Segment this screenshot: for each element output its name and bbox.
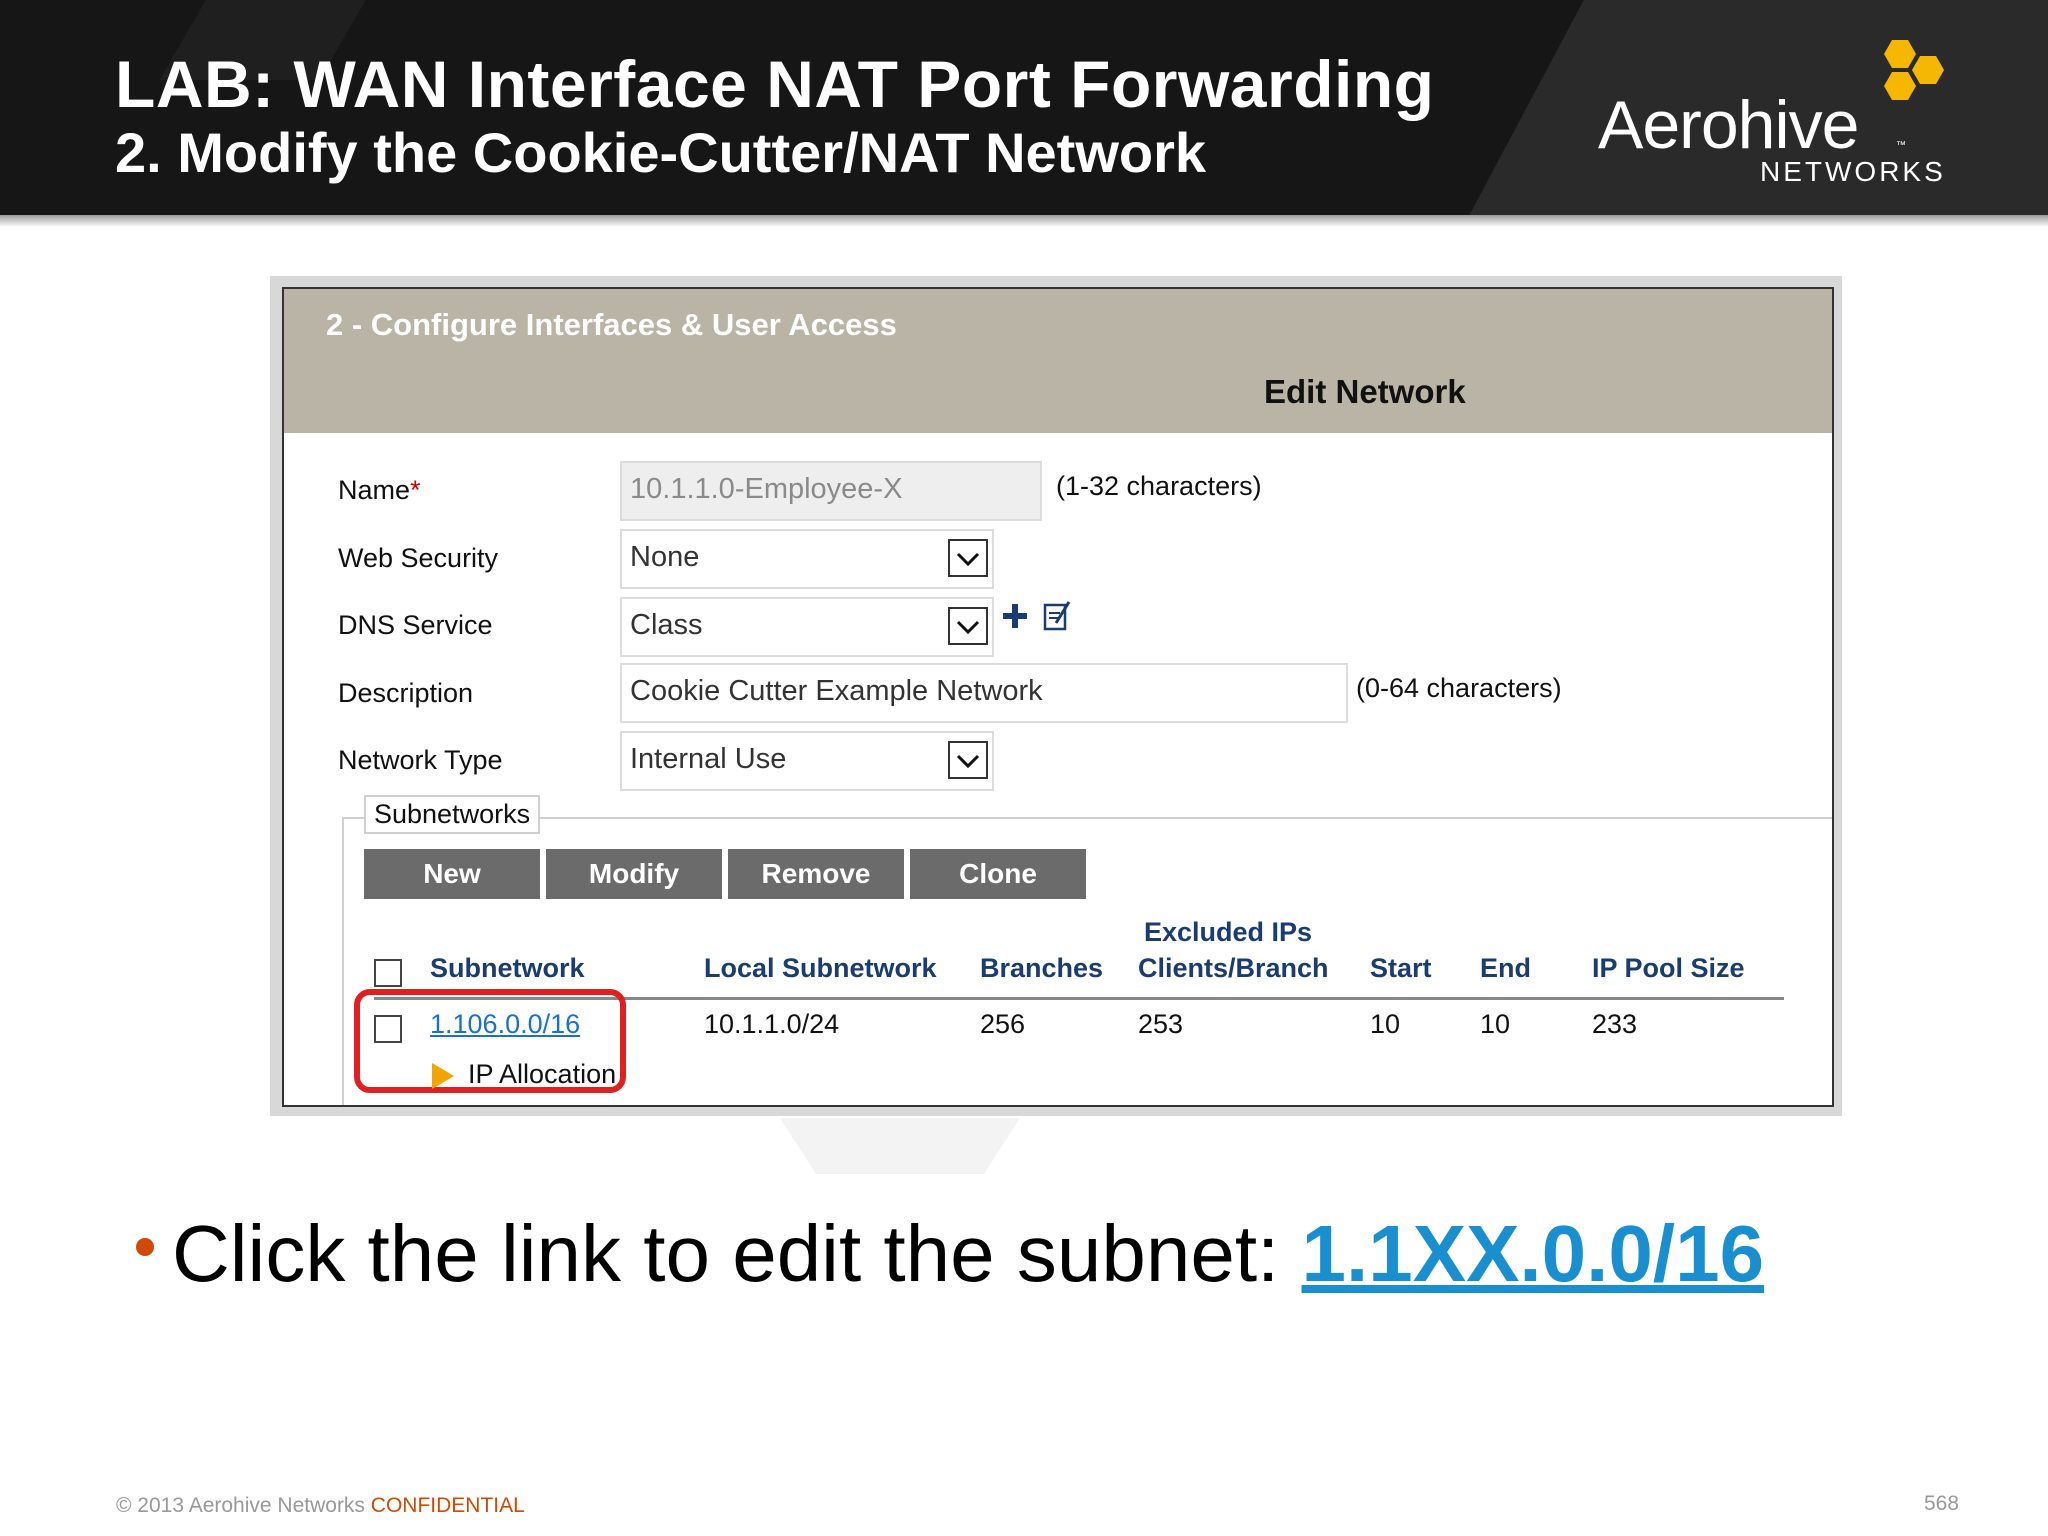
hive-hexagons-icon	[1884, 40, 1944, 100]
column-header-excluded-ips[interactable]: Excluded IPs	[1144, 917, 1312, 948]
required-marker: *	[410, 475, 421, 505]
chevron-down-icon[interactable]	[948, 607, 988, 645]
page-number: 568	[1924, 1492, 1960, 1515]
background-decoration	[780, 1118, 1020, 1174]
instruction-text: Click the link to edit the subnet: 1.1XX…	[172, 1208, 1764, 1300]
header-shadow	[0, 215, 2048, 227]
select-all-checkbox[interactable]	[374, 959, 402, 987]
dns-service-label: DNS Service	[338, 610, 493, 640]
aerohive-logo: Aerohive ™ NETWORKS	[1590, 36, 1970, 187]
name-input[interactable]: 10.1.1.0-Employee-X	[620, 461, 1042, 521]
bullet-icon	[136, 1238, 154, 1256]
name-hint: (1-32 characters)	[1056, 471, 1262, 501]
section-title: 2 - Configure Interfaces & User Access	[326, 307, 897, 342]
add-icon[interactable]	[1000, 601, 1030, 631]
subnetworks-legend: Subnetworks	[364, 795, 541, 834]
network-type-label: Network Type	[338, 745, 503, 775]
instruction-body: Click the link to edit the subnet:	[172, 1209, 1302, 1298]
slide-title: LAB: WAN Interface NAT Port Forwarding	[115, 47, 1435, 121]
web-security-select[interactable]: None	[620, 529, 994, 589]
excluded-cell: 253	[1138, 1009, 1184, 1039]
column-header-local-subnetwork[interactable]: Local Subnetwork	[704, 953, 937, 984]
column-header-end[interactable]: End	[1480, 953, 1531, 984]
column-header-ip-pool-size[interactable]: IP Pool Size	[1592, 953, 1745, 984]
remove-button[interactable]: Remove	[728, 849, 904, 899]
end-cell: 10	[1480, 1009, 1511, 1039]
network-type-value: Internal Use	[630, 743, 787, 775]
chevron-down-icon[interactable]	[948, 741, 988, 779]
name-label-text: Name	[338, 475, 411, 505]
chevron-down-icon[interactable]	[948, 539, 988, 577]
subnet-link[interactable]: 1.1XX.0.0/16	[1302, 1209, 1765, 1298]
modify-button[interactable]: Modify	[546, 849, 722, 899]
column-header-branches[interactable]: Branches	[980, 953, 1103, 984]
copyright-text: © 2013 Aerohive Networks	[116, 1494, 371, 1517]
ip-allocation-toggle[interactable]: IP Allocation	[468, 1059, 616, 1090]
clone-button[interactable]: Clone	[910, 849, 1086, 899]
web-security-value: None	[630, 541, 700, 573]
slide-header: LAB: WAN Interface NAT Port Forwarding 2…	[0, 0, 2048, 215]
description-label: Description	[338, 678, 474, 708]
edit-network-screenshot: 2 - Configure Interfaces & User Access E…	[282, 287, 1834, 1107]
name-label: Name*	[338, 475, 421, 506]
panel-header-band: 2 - Configure Interfaces & User Access E…	[284, 289, 1832, 433]
column-header-subnetwork[interactable]: Subnetwork	[430, 953, 585, 984]
dns-service-select[interactable]: Class	[620, 597, 994, 657]
web-security-label: Web Security	[338, 543, 499, 573]
expand-arrow-icon[interactable]	[432, 1063, 454, 1089]
page-title: Edit Network	[1264, 373, 1466, 410]
dns-service-value: Class	[630, 609, 703, 641]
start-cell: 10	[1370, 1009, 1401, 1039]
logo-trademark: ™	[1896, 140, 1906, 151]
confidential-label: CONFIDENTIAL	[370, 1494, 525, 1517]
branches-cell: 256	[980, 1009, 1026, 1039]
ip-pool-size-cell: 233	[1592, 1009, 1638, 1039]
column-header-clients-branch[interactable]: Clients/Branch	[1138, 953, 1329, 984]
description-input[interactable]: Cookie Cutter Example Network	[620, 663, 1348, 723]
logo-networks: NETWORKS	[1760, 156, 1946, 187]
footer-copyright: © 2013 Aerohive Networks CONFIDENTIAL	[116, 1494, 525, 1518]
description-hint: (0-64 characters)	[1356, 673, 1562, 703]
new-button[interactable]: New	[364, 849, 540, 899]
slide-subtitle: 2. Modify the Cookie-Cutter/NAT Network	[115, 121, 1207, 184]
edit-icon[interactable]	[1042, 599, 1072, 633]
local-subnetwork-cell: 10.1.1.0/24	[704, 1009, 840, 1039]
network-type-select[interactable]: Internal Use	[620, 731, 994, 791]
column-header-start[interactable]: Start	[1370, 953, 1432, 984]
logo-wordmark: Aerohive	[1598, 87, 1859, 163]
